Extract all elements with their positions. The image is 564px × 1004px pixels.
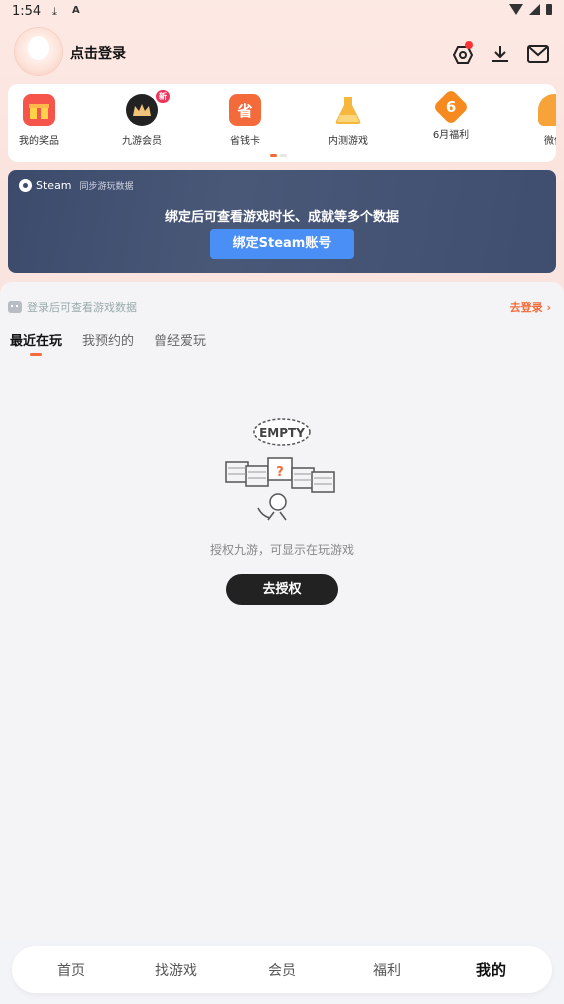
- quick-item-label: 6月福利: [432, 130, 470, 141]
- wifi-icon: [509, 4, 523, 15]
- quick-item-label: 内测游戏: [328, 136, 368, 147]
- download-status-icon: ⤓: [52, 5, 57, 18]
- settings-button[interactable]: [449, 41, 475, 67]
- authorize-button[interactable]: 去授权: [226, 574, 338, 605]
- tab-reserved[interactable]: 我预约的: [82, 330, 134, 349]
- bind-steam-button[interactable]: 绑定Steam账号: [210, 229, 354, 259]
- steam-subtitle: 同步游玩数据: [79, 182, 134, 192]
- quick-item-beta-games[interactable]: 内测游戏: [308, 94, 388, 147]
- settings-icon: [453, 41, 473, 64]
- quick-item-savings-card[interactable]: 省 省钱卡: [205, 94, 285, 147]
- quick-item-wechat[interactable]: 微信: [514, 94, 556, 147]
- steam-description: 绑定后可查看游戏时长、成就等多个数据: [164, 210, 399, 225]
- carousel-pager: [270, 154, 287, 157]
- status-time: 1:54: [12, 4, 42, 19]
- flask-icon: [332, 94, 364, 126]
- steam-banner: Steam 同步游玩数据 绑定后可查看游戏时长、成就等多个数据 绑定Steam账…: [8, 170, 556, 273]
- quick-item-label: 我的奖品: [19, 136, 59, 147]
- robot-icon: [8, 301, 22, 313]
- mail-button[interactable]: [525, 41, 551, 67]
- gift-icon: [23, 94, 55, 126]
- empty-text: 授权九游，可显示在玩游戏: [209, 543, 354, 557]
- download-button[interactable]: [487, 41, 513, 67]
- quick-item-prizes[interactable]: 我的奖品: [8, 94, 79, 147]
- six-badge-glyph: 6: [445, 98, 457, 116]
- notification-dot: [465, 41, 473, 49]
- quick-item-label: 省钱卡: [230, 136, 260, 147]
- pager-dot: [280, 154, 287, 157]
- game-tabs: 最近在玩 我预约的 曾经爱玩: [10, 330, 206, 356]
- tab-recent-playing[interactable]: 最近在玩: [10, 330, 62, 356]
- empty-badge: EMPTY: [259, 426, 305, 440]
- download-icon: [492, 46, 508, 62]
- app-status-icon: A: [72, 5, 80, 16]
- nav-home[interactable]: 首页: [57, 960, 85, 980]
- quick-item-june-benefits[interactable]: 6 6月福利: [411, 88, 491, 141]
- game-section: 登录后可查看游戏数据 去登录 › 最近在玩 我预约的 曾经爱玩 EMPTY ? …: [0, 282, 564, 942]
- tab-once-loved[interactable]: 曾经爱玩: [154, 330, 206, 349]
- steam-icon: [19, 179, 32, 192]
- status-bar: 1:54 ⤓ A: [0, 0, 564, 24]
- nav-membership[interactable]: 会员: [268, 960, 296, 980]
- quick-item-label: 九游会员: [122, 136, 162, 147]
- crown-icon: 新: [126, 90, 170, 126]
- login-link[interactable]: 点击登录: [70, 43, 126, 63]
- pager-dot-active: [270, 154, 277, 157]
- empty-illustration: EMPTY ?: [225, 418, 335, 521]
- battery-icon: [546, 4, 552, 15]
- quick-item-label: 微信: [544, 136, 556, 147]
- steam-brand: Steam 同步游玩数据: [19, 179, 134, 192]
- new-badge: 新: [156, 90, 170, 103]
- cellular-icon: [529, 4, 540, 15]
- nav-find-games[interactable]: 找游戏: [155, 960, 197, 980]
- mail-icon: [527, 45, 549, 63]
- question-mark-icon: ?: [276, 465, 284, 480]
- nav-benefits[interactable]: 福利: [373, 960, 401, 980]
- savings-card-icon: 省: [229, 94, 261, 126]
- nav-mine[interactable]: 我的: [476, 959, 506, 980]
- steam-brand-label: Steam: [36, 179, 72, 192]
- six-badge-icon: 6: [432, 88, 470, 126]
- login-notice-text: 登录后可查看游戏数据: [27, 301, 137, 314]
- login-notice: 登录后可查看游戏数据: [8, 299, 137, 315]
- bell-icon: [538, 94, 556, 126]
- quick-access-card: 我的奖品 新 九游会员 省 省钱卡 内测游戏 6 6月福利 微信: [8, 84, 556, 162]
- avatar[interactable]: [15, 28, 62, 75]
- go-login-link[interactable]: 去登录 ›: [510, 299, 551, 315]
- bottom-nav: 首页 找游戏 会员 福利 我的: [12, 946, 552, 993]
- quick-item-membership[interactable]: 新 九游会员: [102, 90, 182, 147]
